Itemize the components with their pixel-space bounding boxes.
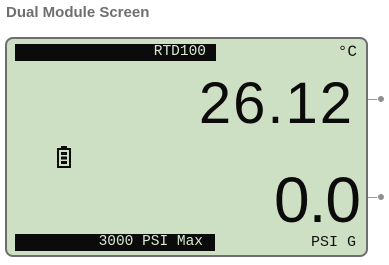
bottom-module-label-bar: 3000 PSI Max	[15, 234, 215, 251]
callout-dot	[377, 193, 385, 201]
screen-title: Dual Module Screen	[6, 4, 150, 21]
bottom-module-unit: PSI G	[310, 234, 356, 251]
callout-dot	[377, 95, 385, 103]
primary-reading-callout	[368, 93, 389, 107]
secondary-reading: 0.0	[274, 164, 361, 236]
page: Dual Module Screen RTD100 °C 26.12 0.0 3…	[0, 0, 389, 265]
primary-reading: 26.12	[198, 71, 354, 136]
top-module-unit: °C	[337, 43, 357, 61]
top-module-label-bar: RTD100	[15, 44, 216, 61]
secondary-reading-callout	[368, 191, 389, 205]
battery-icon	[57, 146, 71, 168]
lcd-display: RTD100 °C 26.12 0.0 3000 PSI Max PSI G	[5, 37, 368, 257]
